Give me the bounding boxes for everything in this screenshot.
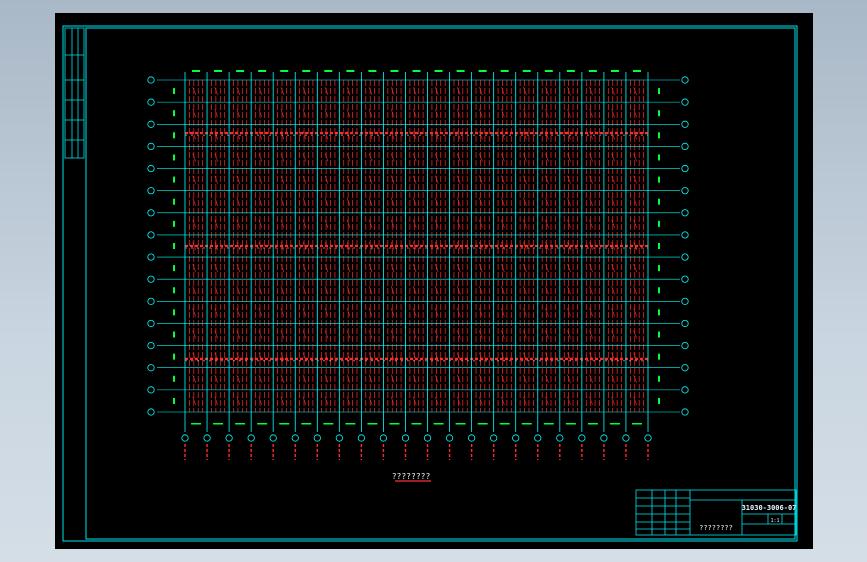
drawing-number: 31030-3006-07 bbox=[742, 504, 797, 512]
dimension-tick-bottom bbox=[455, 423, 466, 425]
dimension-tick-bottom bbox=[323, 423, 334, 425]
dimension-tick-bottom bbox=[565, 423, 576, 425]
dimension-tick-right bbox=[658, 309, 660, 316]
dimension-tick-bottom bbox=[587, 423, 598, 425]
dimension-tick-bottom bbox=[367, 423, 378, 425]
dimension-tick-bottom bbox=[631, 423, 642, 425]
dimension-tick-right bbox=[658, 287, 660, 294]
drawing-name: ???????? bbox=[699, 524, 733, 532]
dimension-tick-left bbox=[173, 132, 175, 139]
dimension-tick-right bbox=[658, 220, 660, 227]
dimension-tick-top bbox=[368, 70, 377, 72]
dimension-tick-left bbox=[173, 375, 175, 382]
dimension-tick-left bbox=[173, 154, 175, 161]
dimension-tick-top bbox=[302, 70, 311, 72]
dimension-tick-right bbox=[658, 88, 660, 95]
dimension-tick-top bbox=[566, 70, 575, 72]
dimension-tick-top bbox=[588, 70, 597, 72]
dimension-tick-bottom bbox=[235, 423, 246, 425]
dimension-tick-top bbox=[456, 70, 465, 72]
dimension-tick-top bbox=[478, 70, 487, 72]
dimension-tick-top bbox=[346, 70, 355, 72]
dimension-tick-bottom bbox=[433, 423, 444, 425]
dimension-tick-left bbox=[173, 397, 175, 404]
cad-drawing-canvas[interactable]: ???????? 31030-3006-07 ???????? 1:1 bbox=[0, 0, 867, 562]
dimension-tick-top bbox=[214, 70, 223, 72]
dimension-tick-bottom bbox=[499, 423, 510, 425]
dimension-tick-left bbox=[173, 243, 175, 249]
dimension-tick-bottom bbox=[389, 423, 400, 425]
dimension-tick-left bbox=[173, 176, 175, 183]
dimension-tick-bottom bbox=[191, 423, 202, 425]
dimension-tick-right bbox=[658, 198, 660, 205]
dimension-tick-top bbox=[610, 70, 619, 72]
dimension-tick-right bbox=[658, 132, 660, 139]
dimension-tick-left bbox=[173, 353, 175, 360]
dimension-tick-top bbox=[500, 70, 509, 72]
dimension-tick-bottom bbox=[279, 423, 290, 425]
dimension-tick-bottom bbox=[411, 423, 422, 425]
dimension-tick-right bbox=[658, 176, 660, 183]
dimension-tick-top bbox=[390, 70, 399, 72]
dimension-tick-top bbox=[434, 70, 443, 72]
dimension-tick-bottom bbox=[543, 423, 554, 425]
dimension-tick-bottom bbox=[345, 423, 356, 425]
dimension-tick-bottom bbox=[257, 423, 268, 425]
dimension-tick-top bbox=[280, 70, 289, 72]
dimension-tick-left bbox=[173, 198, 175, 205]
dimension-tick-top bbox=[236, 70, 245, 72]
dimension-tick-left bbox=[173, 220, 175, 227]
dimension-tick-left bbox=[173, 309, 175, 316]
dimension-tick-top bbox=[324, 70, 333, 72]
dimension-tick-top bbox=[544, 70, 553, 72]
dimension-tick-left bbox=[173, 265, 175, 272]
dimension-tick-left bbox=[173, 331, 175, 338]
dimension-tick-top bbox=[522, 70, 531, 72]
drawing-scale: 1:1 bbox=[770, 518, 779, 524]
dimension-tick-right bbox=[658, 331, 660, 338]
dimension-tick-right bbox=[658, 375, 660, 382]
dimension-tick-right bbox=[658, 265, 660, 272]
dimension-tick-right bbox=[658, 353, 660, 360]
dimension-tick-left bbox=[173, 287, 175, 294]
sheet-background bbox=[55, 13, 813, 549]
dimension-tick-top bbox=[258, 70, 267, 72]
dimension-tick-bottom bbox=[477, 423, 488, 425]
dimension-tick-bottom bbox=[301, 423, 312, 425]
plan-caption: ???????? bbox=[392, 472, 431, 481]
dimension-tick-bottom bbox=[609, 423, 620, 425]
dimension-tick-top bbox=[192, 70, 201, 72]
dimension-tick-right bbox=[658, 397, 660, 404]
cad-viewport[interactable]: ???????? 31030-3006-07 ???????? 1:1 bbox=[0, 0, 867, 562]
dimension-tick-bottom bbox=[521, 423, 532, 425]
dimension-tick-left bbox=[173, 88, 175, 95]
dimension-tick-bottom bbox=[213, 423, 224, 425]
dimension-tick-left bbox=[173, 110, 175, 117]
dimension-tick-top bbox=[412, 70, 421, 72]
dimension-tick-right bbox=[658, 243, 660, 249]
dimension-tick-right bbox=[658, 154, 660, 161]
dimension-tick-right bbox=[658, 110, 660, 117]
dimension-tick-top bbox=[632, 70, 641, 72]
